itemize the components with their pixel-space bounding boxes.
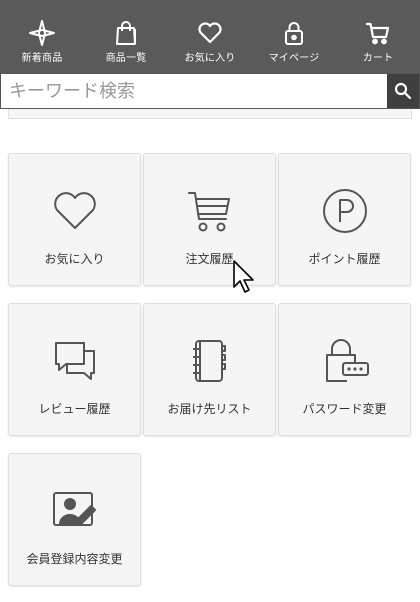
cart-icon (187, 192, 230, 232)
search-icon (394, 82, 412, 100)
divider-strip (8, 109, 412, 119)
nav-label: 商品一覧 (105, 53, 147, 64)
nav-item-mypage[interactable]: マイページ (252, 0, 336, 73)
tile-profile-edit[interactable]: 会員登録内容変更 (8, 453, 141, 586)
tile-favorites[interactable]: お気に入り (8, 153, 141, 286)
nav-item-cart[interactable]: カート (336, 0, 420, 73)
nav-label: 新着商品 (21, 53, 63, 64)
nav-label: お気に入り (184, 53, 236, 64)
tile-label: ポイント履歴 (308, 252, 381, 266)
address-book-icon (192, 340, 226, 382)
tile-point-history[interactable]: ポイント履歴 (278, 153, 411, 286)
nav-label: カート (362, 53, 394, 64)
tile-label: お届け先リスト (167, 402, 252, 416)
tile-label: お気に入り (44, 252, 105, 266)
heart-icon (53, 192, 96, 229)
tile-order-history[interactable]: 注文履歴 (143, 153, 276, 286)
tile-password-change[interactable]: パスワード変更 (278, 303, 411, 436)
cart-icon (363, 20, 393, 46)
lock-icon (279, 20, 309, 46)
heart-icon (195, 20, 225, 46)
top-nav: 新着商品 商品一覧 お気に入り マイページ カート (0, 0, 420, 73)
nav-label: マイページ (268, 53, 320, 64)
password-lock-icon (325, 339, 369, 382)
nav-item-product-list[interactable]: 商品一覧 (84, 0, 168, 73)
search-bar (0, 73, 420, 109)
tile-label: レビュー履歴 (38, 402, 111, 416)
nav-item-favorites[interactable]: お気に入り (168, 0, 252, 73)
search-input[interactable] (1, 74, 387, 108)
speech-bubbles-icon (54, 342, 95, 380)
tile-label: 注文履歴 (185, 252, 234, 266)
shopping-bag-icon (111, 20, 141, 46)
profile-edit-icon (52, 492, 96, 526)
tile-review-history[interactable]: レビュー履歴 (8, 303, 141, 436)
sparkle-icon (27, 20, 57, 46)
point-icon (322, 189, 367, 233)
search-button[interactable] (387, 74, 419, 108)
tile-address-list[interactable]: お届け先リスト (143, 303, 276, 436)
tile-label: 会員登録内容変更 (26, 552, 123, 566)
tile-label: パスワード変更 (302, 402, 387, 416)
nav-item-new-arrivals[interactable]: 新着商品 (0, 0, 84, 73)
